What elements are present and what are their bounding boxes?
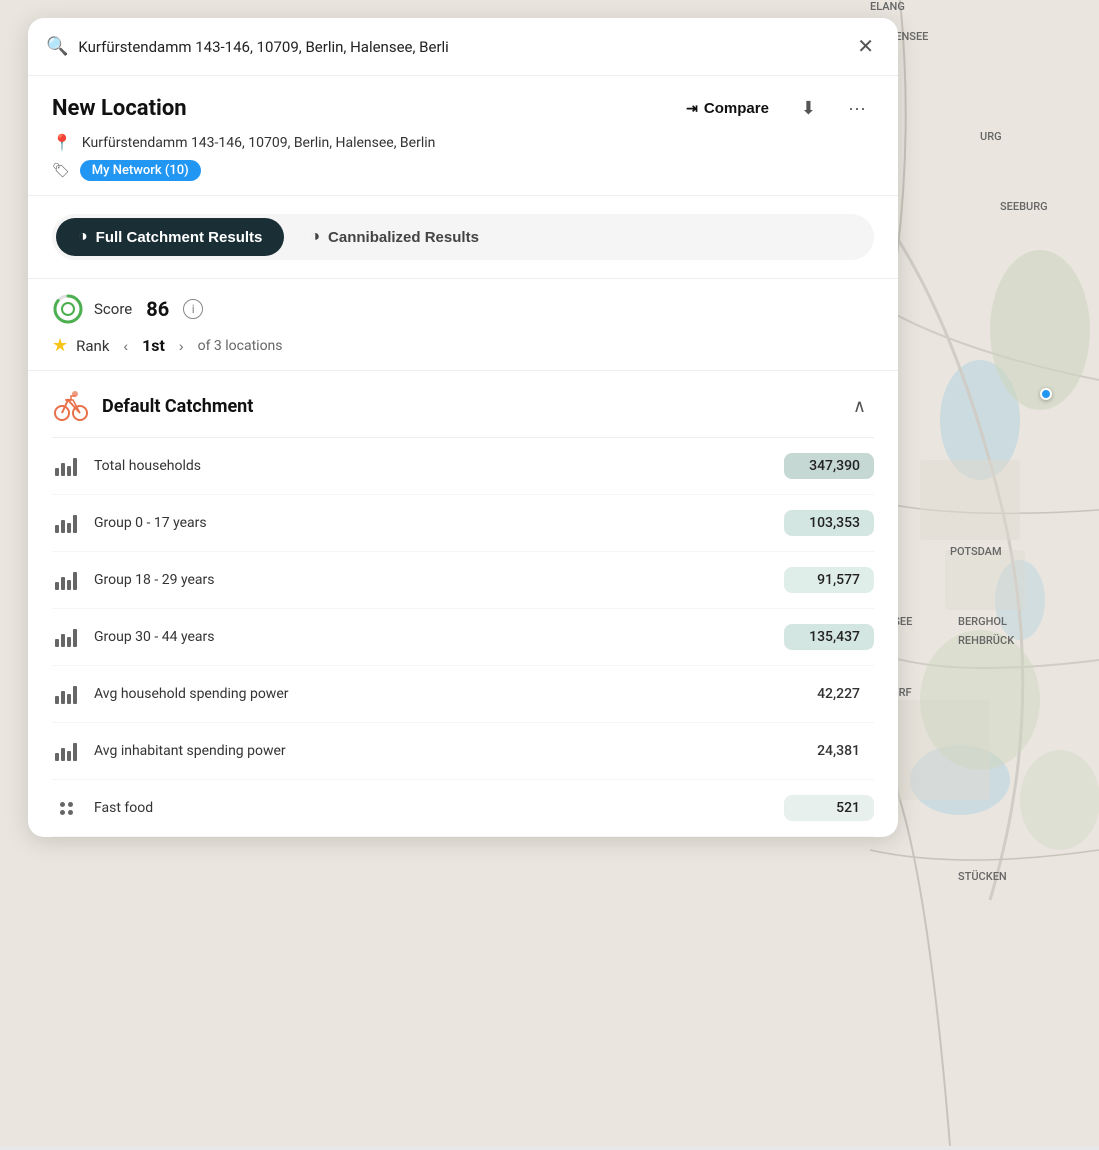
- search-icon: 🔍: [46, 36, 68, 57]
- metric-label-3: Group 30 - 44 years: [94, 629, 770, 645]
- bar-chart-icon-3: [52, 623, 80, 651]
- metric-value-4: 42,227: [784, 681, 874, 707]
- map-label-berghol: BERGHOL: [958, 615, 1007, 628]
- score-info-icon[interactable]: i: [183, 299, 203, 319]
- address-row: 📍 Kurfürstendamm 143-146, 10709, Berlin,…: [52, 133, 874, 152]
- header-actions: ⇥ Compare ⬇ ···: [678, 94, 874, 123]
- metric-label-5: Avg inhabitant spending power: [94, 743, 770, 759]
- metric-value-1: 103,353: [784, 510, 874, 536]
- location-panel: 🔍 Kurfürstendamm 143-146, 10709, Berlin,…: [28, 18, 898, 837]
- location-title: New Location: [52, 96, 187, 121]
- tabs-section: ◑ Full Catchment Results ◑ Cannibalized …: [28, 196, 898, 279]
- metric-label-1: Group 0 - 17 years: [94, 515, 770, 531]
- rank-next-button[interactable]: ›: [173, 336, 190, 356]
- header-top: New Location ⇥ Compare ⬇ ···: [52, 94, 874, 123]
- catchment-title: Default Catchment: [102, 396, 253, 417]
- search-bar: 🔍 Kurfürstendamm 143-146, 10709, Berlin,…: [28, 18, 898, 76]
- map-label-stucken: STÜCKEN: [958, 870, 1007, 883]
- metric-value-2: 91,577: [784, 567, 874, 593]
- metric-row-fast-food: Fast food 521: [52, 780, 874, 837]
- metric-label-2: Group 18 - 29 years: [94, 572, 770, 588]
- tab-cannibalized-label: Cannibalized Results: [328, 229, 479, 246]
- metric-value-3: 135,437: [784, 624, 874, 650]
- tab-cannibalized-icon: ◑: [310, 228, 320, 246]
- bar-chart-icon-1: [52, 509, 80, 537]
- metric-value-6: 521: [784, 795, 874, 821]
- metric-row-group-0-17: Group 0 - 17 years 103,353: [52, 495, 874, 552]
- bar-chart-icon-2: [52, 566, 80, 594]
- header-section: New Location ⇥ Compare ⬇ ··· 📍 Kurfürste…: [28, 76, 898, 196]
- bar-chart-icon-5: [52, 737, 80, 765]
- location-pin-icon: 📍: [52, 133, 72, 152]
- rank-label: Rank: [76, 337, 109, 355]
- map-label-seeburg: SEEBURG: [1000, 200, 1048, 213]
- metric-row-avg-inhabitant: Avg inhabitant spending power 24,381: [52, 723, 874, 780]
- catchment-section: Default Catchment ∧ Total households 347…: [28, 371, 898, 837]
- score-value: 86: [146, 297, 169, 321]
- score-section: Score 86 i ★ Rank ‹ 1st › of 3 locations: [28, 279, 898, 371]
- tab-cannibalized[interactable]: ◑ Cannibalized Results: [288, 218, 501, 256]
- dots-icon-6: [52, 794, 80, 822]
- tabs-container: ◑ Full Catchment Results ◑ Cannibalized …: [52, 214, 874, 260]
- close-button[interactable]: ✕: [851, 32, 880, 61]
- metric-row-total-households: Total households 347,390: [52, 438, 874, 495]
- metric-row-group-18-29: Group 18 - 29 years 91,577: [52, 552, 874, 609]
- metric-value-0: 347,390: [784, 453, 874, 479]
- catchment-title-wrap: Default Catchment: [52, 387, 253, 425]
- network-tag[interactable]: My Network (10): [80, 160, 201, 181]
- bar-chart-icon-4: [52, 680, 80, 708]
- bar-chart-icon-0: [52, 452, 80, 480]
- rank-total: of 3 locations: [198, 338, 283, 354]
- metric-label-4: Avg household spending power: [94, 686, 770, 702]
- metric-label-0: Total households: [94, 458, 770, 474]
- metric-row-group-30-44: Group 30 - 44 years 135,437: [52, 609, 874, 666]
- catchment-collapse-button[interactable]: ∧: [845, 392, 874, 421]
- map-label-urg: URG: [980, 130, 1002, 143]
- score-row: Score 86 i: [52, 293, 874, 325]
- bike-icon: [52, 387, 90, 425]
- compare-button[interactable]: ⇥ Compare: [678, 96, 777, 121]
- address-text: Kurfürstendamm 143-146, 10709, Berlin, H…: [82, 135, 435, 151]
- map-label-potsdam: POTSDAM: [950, 545, 1002, 558]
- rank-prev-button[interactable]: ‹: [117, 336, 134, 356]
- compare-icon: ⇥: [686, 100, 698, 117]
- metric-label-6: Fast food: [94, 800, 770, 816]
- map-label-rehbruck: REHBRÜCK: [958, 634, 1014, 647]
- tag-icon: 🏷: [52, 163, 70, 179]
- star-icon: ★: [52, 335, 68, 356]
- tag-row: 🏷 My Network (10): [52, 160, 874, 181]
- score-label: Score: [94, 300, 132, 318]
- rank-value: 1st: [142, 336, 165, 355]
- search-query: Kurfürstendamm 143-146, 10709, Berlin, H…: [78, 38, 841, 56]
- tab-full-label: Full Catchment Results: [96, 229, 263, 246]
- metric-value-5: 24,381: [784, 738, 874, 764]
- download-button[interactable]: ⬇: [793, 94, 824, 123]
- tab-full-icon: ◑: [78, 228, 88, 246]
- catchment-header: Default Catchment ∧: [52, 371, 874, 438]
- map-location-dot: [1040, 388, 1052, 400]
- tab-full-catchment[interactable]: ◑ Full Catchment Results: [56, 218, 284, 256]
- score-indicator: [52, 293, 84, 325]
- map-label-elang: ELANG: [870, 0, 905, 13]
- compare-label: Compare: [704, 100, 769, 117]
- metric-row-avg-household: Avg household spending power 42,227: [52, 666, 874, 723]
- rank-row: ★ Rank ‹ 1st › of 3 locations: [52, 335, 874, 356]
- more-button[interactable]: ···: [840, 94, 874, 123]
